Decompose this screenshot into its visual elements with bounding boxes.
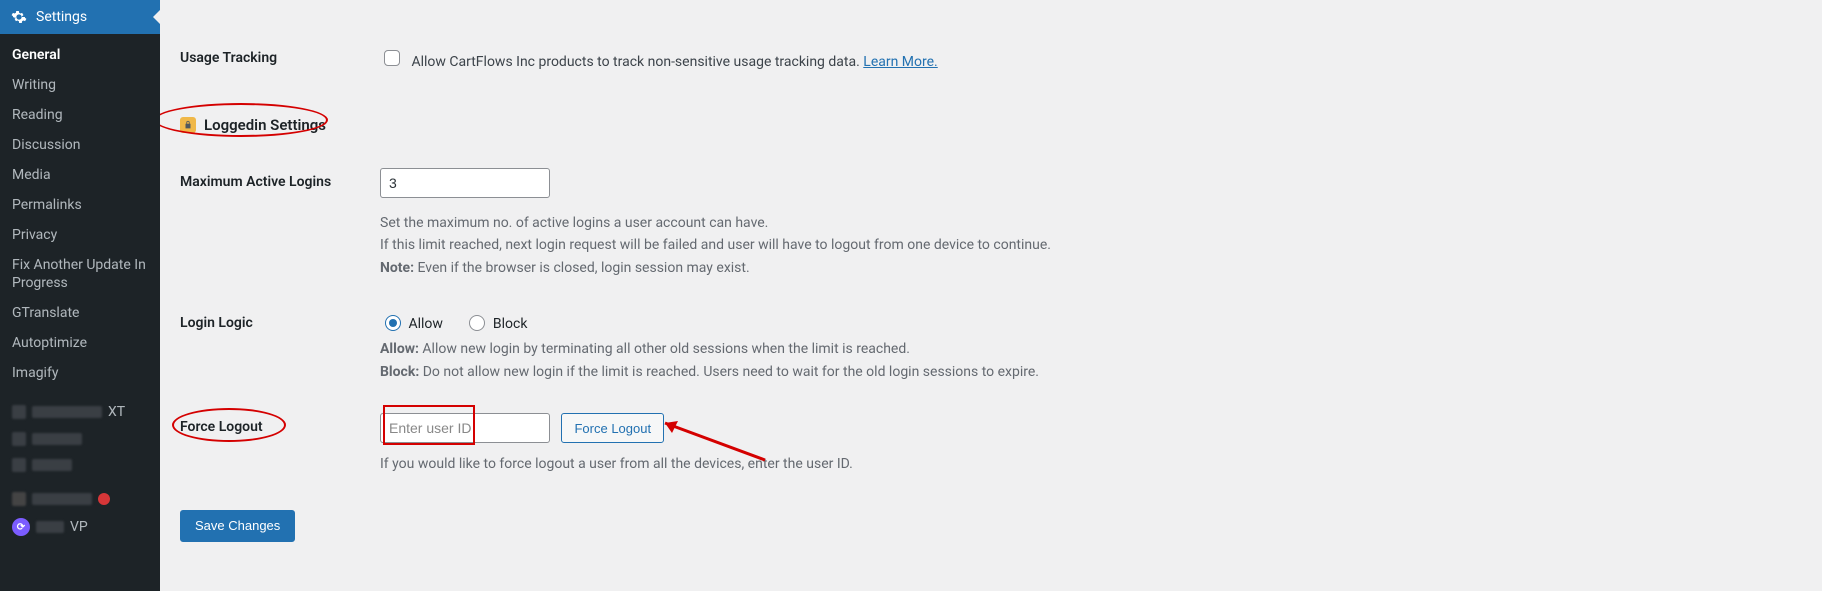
help-max-logins-note: Note: Even if the browser is closed, log…: [380, 257, 1051, 279]
settings-content: Usage Tracking Allow CartFlows Inc produ…: [160, 0, 1822, 591]
label-login-logic: Login Logic: [180, 309, 380, 331]
save-changes-button[interactable]: Save Changes: [180, 510, 295, 542]
sidebar-item-discussion[interactable]: Discussion: [0, 130, 160, 160]
row-login-logic: Login Logic Allow Block Allow: Allow new…: [160, 309, 1822, 383]
sidebar-item-media[interactable]: Media: [0, 160, 160, 190]
sidebar-item-general[interactable]: General: [0, 40, 160, 70]
help-force-logout: If you would like to force logout a user…: [380, 453, 853, 475]
settings-icon: [10, 8, 28, 26]
sidebar-item-obscured-4[interactable]: [0, 486, 160, 512]
row-max-logins: Maximum Active Logins Set the maximum no…: [160, 168, 1822, 279]
sidebar-item-permalinks[interactable]: Permalinks: [0, 190, 160, 220]
usage-tracking-option[interactable]: Allow CartFlows Inc products to track no…: [380, 54, 938, 70]
login-logic-allow-radio[interactable]: [385, 315, 401, 331]
sidebar-title: Settings: [36, 9, 87, 25]
sidebar-item-writing[interactable]: Writing: [0, 70, 160, 100]
sidebar-item-reading[interactable]: Reading: [0, 100, 160, 130]
sidebar-item-fix-update[interactable]: Fix Another Update In Progress: [0, 250, 160, 298]
login-logic-block-option[interactable]: Block: [464, 316, 527, 332]
help-login-logic-allow: Allow: Allow new login by terminating al…: [380, 338, 1039, 360]
help-max-logins-1: Set the maximum no. of active logins a u…: [380, 212, 1051, 234]
sidebar-item-obscured-1[interactable]: XT: [0, 398, 160, 426]
section-loggedin-settings: Loggedin Settings: [160, 106, 1822, 140]
login-logic-block-radio[interactable]: [469, 315, 485, 331]
label-max-logins: Maximum Active Logins: [180, 168, 380, 190]
row-save: Save Changes: [160, 510, 1822, 542]
lock-icon: [180, 117, 196, 133]
login-logic-radio-group: Allow Block: [380, 309, 1039, 332]
sidebar-item-obscured-3[interactable]: [0, 452, 160, 478]
notification-dot-icon: [98, 493, 110, 505]
sidebar-active-settings[interactable]: Settings: [0, 0, 160, 34]
sidebar-item-imagify[interactable]: Imagify: [0, 358, 160, 388]
row-usage-tracking: Usage Tracking Allow CartFlows Inc produ…: [160, 44, 1822, 70]
sidebar-item-autoptimize[interactable]: Autoptimize: [0, 328, 160, 358]
plugin-round-icon: ⟳: [12, 518, 30, 536]
sidebar-item-obscured-2[interactable]: [0, 426, 160, 452]
learn-more-link[interactable]: Learn More.: [863, 54, 937, 70]
usage-tracking-checkbox[interactable]: [384, 50, 400, 66]
admin-sidebar: Settings General Writing Reading Discuss…: [0, 0, 160, 591]
help-login-logic-block: Block: Do not allow new login if the lim…: [380, 361, 1039, 383]
label-usage-tracking: Usage Tracking: [180, 44, 380, 66]
sidebar-submenu: General Writing Reading Discussion Media…: [0, 34, 160, 398]
login-logic-allow-option[interactable]: Allow: [380, 316, 446, 332]
max-logins-input[interactable]: [380, 168, 550, 198]
help-max-logins-2: If this limit reached, next login reques…: [380, 234, 1051, 256]
force-logout-input[interactable]: [380, 413, 550, 443]
sidebar-item-privacy[interactable]: Privacy: [0, 220, 160, 250]
sidebar-item-obscured-5[interactable]: ⟳ VP: [0, 512, 160, 542]
sidebar-item-gtranslate[interactable]: GTranslate: [0, 298, 160, 328]
row-force-logout: Force Logout Force Logout If you would l…: [160, 413, 1822, 476]
force-logout-button[interactable]: Force Logout: [561, 413, 664, 443]
label-force-logout: Force Logout: [180, 419, 263, 435]
